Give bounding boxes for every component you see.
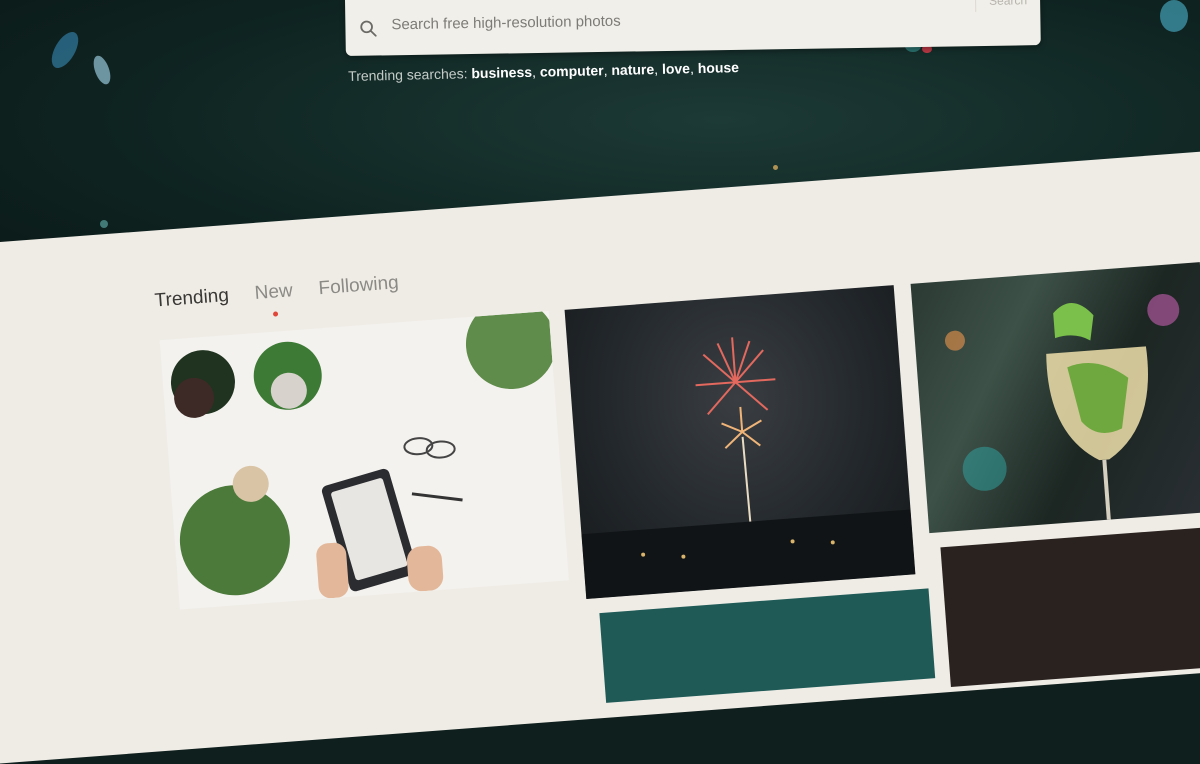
- photo-card-cocktail[interactable]: [910, 262, 1200, 534]
- photo-cocktail: [944, 293, 1180, 520]
- photo-feed: Trending New Following: [0, 146, 1200, 764]
- photo-card-dark-interior[interactable]: [940, 525, 1200, 687]
- photo-desk-flatlay: [170, 311, 556, 599]
- decorative-leaf: [90, 53, 114, 87]
- search-icon: [360, 20, 377, 37]
- trending-link-love[interactable]: love: [662, 60, 690, 77]
- search-bar[interactable]: Search free high-resolution photos Searc…: [345, 0, 1041, 56]
- tab-trending[interactable]: Trending: [154, 285, 230, 313]
- search-input[interactable]: Search free high-resolution photos: [391, 13, 621, 34]
- tab-new-label: New: [253, 280, 294, 305]
- decorative-leaf: [1160, 0, 1188, 32]
- tab-following[interactable]: Following: [318, 272, 400, 300]
- photo-card-teal[interactable]: [599, 588, 936, 703]
- decorative-pin: [100, 220, 108, 228]
- photo-fireworks: [581, 337, 916, 600]
- search-button[interactable]: Search: [974, 0, 1041, 13]
- decorative-pin: [773, 165, 778, 170]
- trending-link-house[interactable]: house: [698, 59, 740, 76]
- tab-new[interactable]: New: [253, 280, 294, 317]
- trending-link-computer[interactable]: computer: [540, 62, 604, 79]
- new-indicator-dot: [273, 311, 279, 317]
- feed-tabs: Trending New Following: [154, 272, 400, 317]
- trending-link-business[interactable]: business: [471, 64, 532, 81]
- photo-card-fireworks[interactable]: [564, 285, 916, 600]
- photo-card-desk-flatlay[interactable]: [159, 311, 569, 610]
- trending-link-nature[interactable]: nature: [611, 61, 654, 78]
- trending-searches: Trending searches: business, computer, n…: [348, 59, 740, 84]
- decorative-leaf: [46, 27, 84, 73]
- trending-searches-label: Trending searches:: [348, 65, 468, 84]
